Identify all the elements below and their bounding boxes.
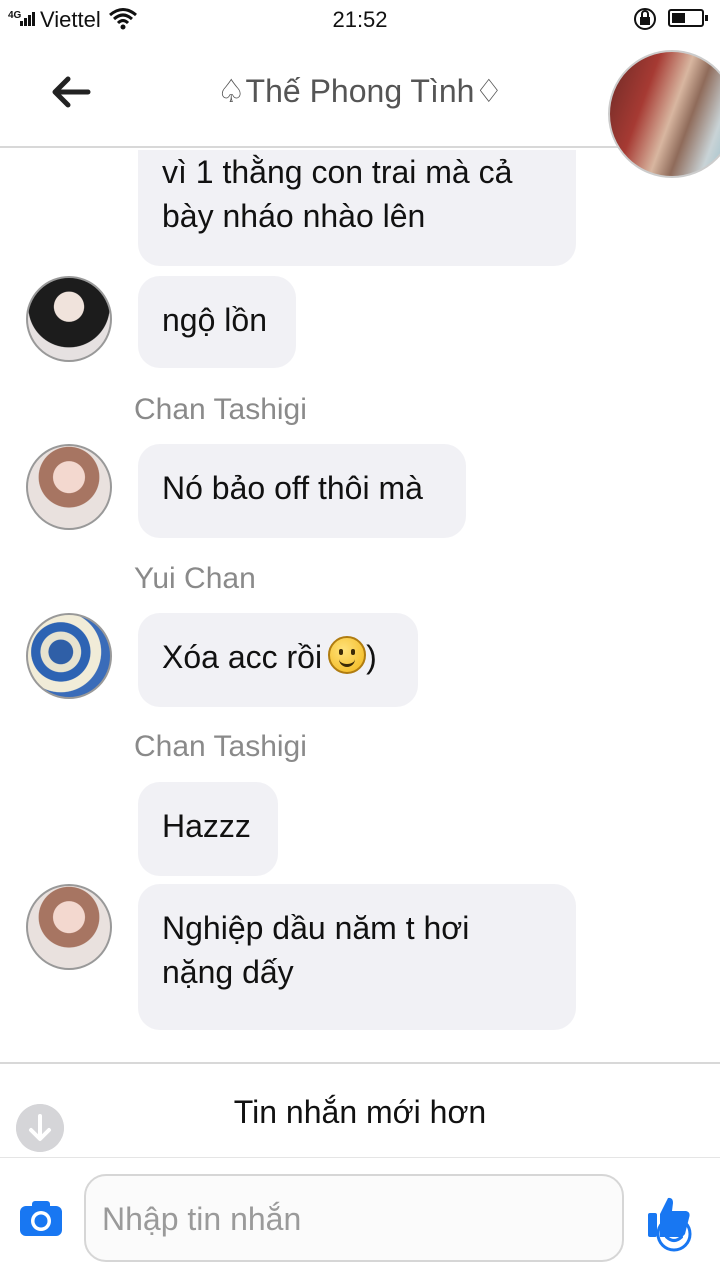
message-bubble[interactable]: Nó bảo off thôi mà [138, 444, 466, 538]
message-bubble[interactable]: ngộ lồn [138, 276, 296, 368]
message-bubble[interactable]: Hazzz [138, 782, 278, 876]
clock: 21:52 [332, 7, 388, 32]
battery-icon [668, 9, 708, 27]
chat-header: ♤Thế Phong Tình♢ [0, 40, 720, 178]
camera-icon[interactable] [18, 1198, 64, 1238]
avatar[interactable] [26, 276, 112, 362]
message-text-suffix: ) [366, 639, 377, 675]
avatar[interactable] [26, 613, 112, 699]
message-bubble[interactable]: Xóa acc rồi) [138, 613, 418, 707]
conversation-title[interactable]: ♤Thế Phong Tình♢ [150, 72, 570, 110]
avatar[interactable] [26, 884, 112, 970]
message-bubble[interactable]: vì 1 thằng con trai mà cả bày nháo nhào … [138, 150, 576, 266]
sender-name: Chan Tashigi [134, 393, 307, 426]
status-bar: 4G Viettel 21:52 [0, 0, 720, 40]
message-bubble[interactable]: Nghiệp dầu năm t hơi nặng dấy [138, 884, 576, 1030]
message-input-box[interactable] [84, 1174, 692, 1262]
thumbs-up-icon[interactable] [646, 1194, 692, 1240]
sender-name: Yui Chan [134, 562, 256, 595]
avatar[interactable] [26, 444, 112, 530]
newer-messages-bar[interactable]: Tin nhắn mới hơn [0, 1062, 720, 1158]
message-composer [0, 1160, 720, 1280]
lock-rotation-icon [634, 8, 656, 30]
back-arrow-icon[interactable] [48, 70, 92, 114]
smiley-emoji-icon [328, 636, 367, 674]
message-text: Xóa acc rồi [162, 639, 323, 675]
newer-messages-label[interactable]: Tin nhắn mới hơn [0, 1094, 720, 1131]
sender-name: Chan Tashigi [134, 730, 307, 763]
message-thread[interactable]: vì 1 thằng con trai mà cả bày nháo nhào … [0, 150, 720, 1060]
message-input[interactable] [102, 1194, 542, 1244]
